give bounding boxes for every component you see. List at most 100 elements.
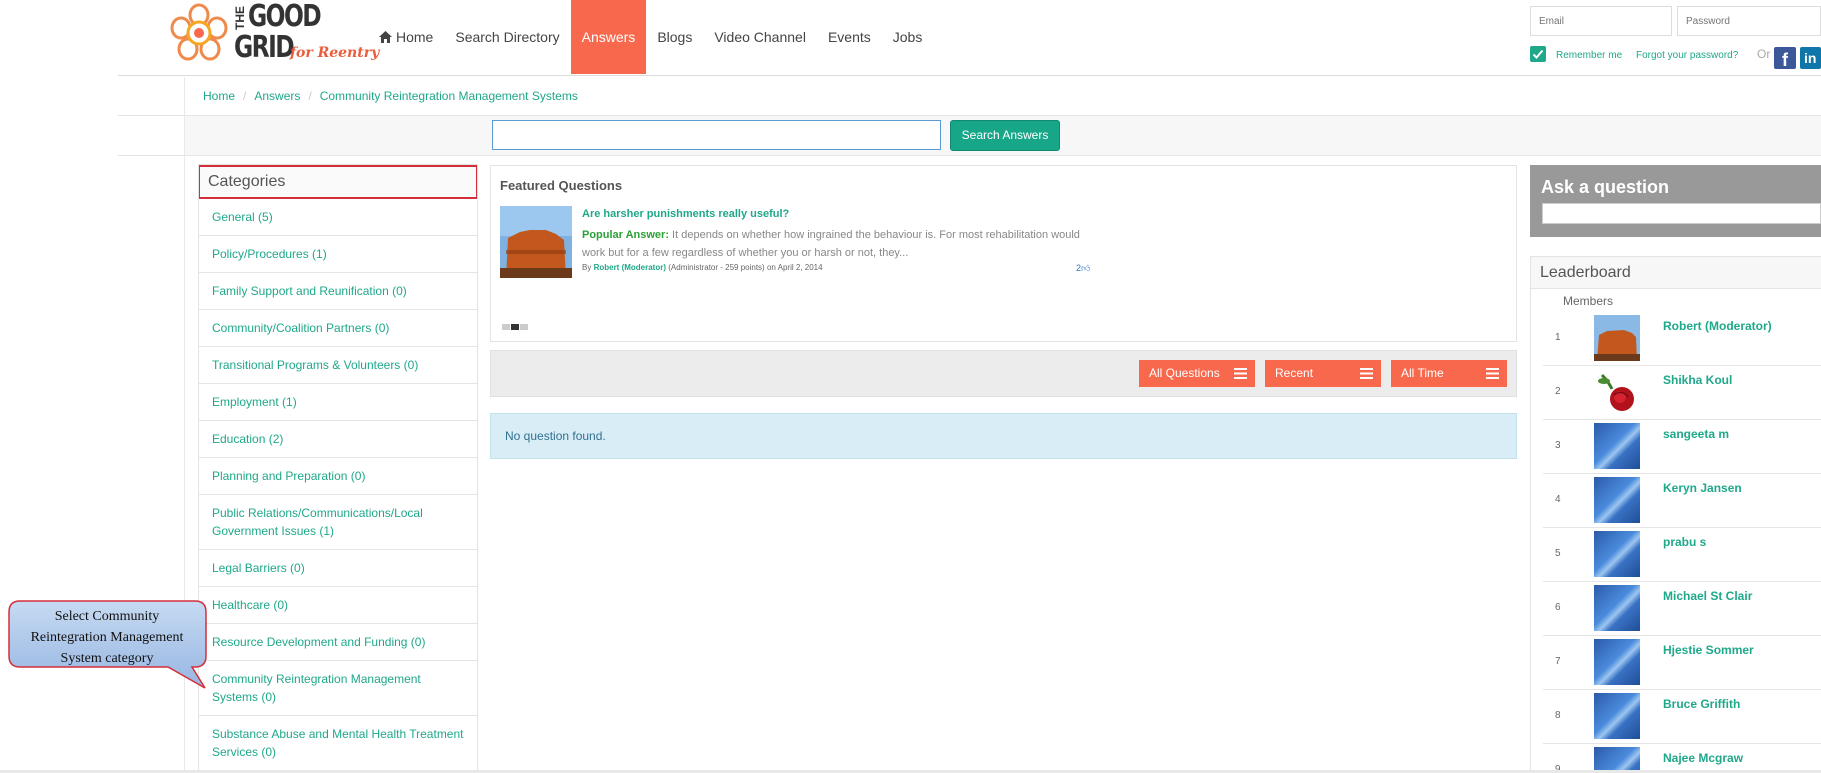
nav-events[interactable]: Events (817, 0, 882, 74)
avatar[interactable] (1594, 639, 1640, 685)
category-item[interactable]: Legal Barriers (0) (199, 550, 477, 587)
thumbs-up-icon: 👍︎ (1081, 263, 1091, 273)
filter-recent-dropdown[interactable]: Recent (1265, 360, 1381, 387)
search-input[interactable] (492, 120, 941, 150)
categories-list: General (5) Policy/Procedures (1) Family S… (199, 199, 477, 771)
nav-jobs-label: Jobs (892, 29, 923, 45)
checkmark-icon (1532, 49, 1544, 59)
leaderboard-rank: 7 (1555, 656, 1561, 667)
gutter-top (118, 77, 184, 116)
nav-events-label: Events (827, 29, 871, 45)
forgot-password-link[interactable]: Forgot your password? (1636, 50, 1738, 61)
leaderboard-row: 4 Keryn Jansen (1543, 474, 1821, 528)
nav-search-directory[interactable]: Search Directory (444, 0, 570, 74)
leaderboard-member-link[interactable]: Michael St Clair (1663, 589, 1752, 603)
avatar[interactable] (1594, 315, 1640, 361)
category-item[interactable]: Healthcare (0) (199, 587, 477, 624)
category-item[interactable]: Family Support and Reunification (0) (199, 273, 477, 310)
category-item[interactable]: Resource Development and Funding (0) (199, 624, 477, 661)
password-field[interactable] (1677, 6, 1821, 36)
email-field[interactable] (1530, 6, 1672, 36)
leaderboard-row: 9 Najee Mcgraw (1543, 744, 1821, 772)
nav-home[interactable]: Home (368, 0, 444, 74)
facebook-icon[interactable]: f (1774, 47, 1796, 69)
logo-good-text: GOOD (248, 0, 322, 34)
nav-video-channel[interactable]: Video Channel (703, 0, 817, 74)
category-item[interactable]: Substance Abuse and Mental Health Treatm… (199, 716, 477, 771)
nav-search-directory-label: Search Directory (455, 29, 560, 45)
categories-title: Categories (199, 165, 477, 199)
filter-all-questions-label: All Questions (1149, 366, 1220, 380)
ask-question-input[interactable] (1542, 203, 1821, 224)
category-item[interactable]: Community Reintegration Management Syste… (199, 661, 477, 716)
leaderboard-rank: 1 (1555, 332, 1561, 343)
breadcrumb: Home / Answers / Community Reintegration… (185, 77, 1821, 116)
leaderboard-members-label: Members (1563, 294, 1614, 308)
featured-question-link[interactable]: Are harsher punishments really useful? (582, 208, 789, 220)
leaderboard-rank: 8 (1555, 710, 1561, 721)
category-item[interactable]: Community/Coalition Partners (0) (199, 310, 477, 347)
home-icon (379, 31, 392, 43)
featured-question-thumbnail[interactable] (500, 206, 572, 278)
category-item[interactable]: Public Relations/Communications/Local Go… (199, 495, 477, 550)
rose-image (1594, 369, 1640, 415)
leaderboard-member-link[interactable]: sangeeta m (1663, 427, 1729, 441)
category-item[interactable]: General (5) (199, 199, 477, 236)
category-item[interactable]: Planning and Preparation (0) (199, 458, 477, 495)
avatar[interactable] (1594, 423, 1640, 469)
featured-author-link[interactable]: Robert (Moderator) (594, 263, 666, 272)
filter-all-time-dropdown[interactable]: All Time (1391, 360, 1507, 387)
avatar[interactable] (1594, 693, 1640, 739)
carousel-dot[interactable] (502, 324, 510, 330)
carousel-dot-active[interactable] (511, 324, 519, 330)
leaderboard-row: 7 Hjestie Sommer (1543, 636, 1821, 690)
login-form: Remember me Forgot your password? Or f i… (1530, 6, 1821, 70)
leaderboard-row: 2 Shikha Koul (1543, 366, 1821, 420)
leaderboard-member-link[interactable]: Shikha Koul (1663, 373, 1732, 387)
leaderboard-member-link[interactable]: Keryn Jansen (1663, 481, 1742, 495)
remember-me-label[interactable]: Remember me (1556, 50, 1622, 61)
no-results-alert: No question found. (490, 413, 1517, 459)
nav-video-channel-label: Video Channel (714, 29, 806, 45)
avatar[interactable] (1594, 531, 1640, 577)
leaderboard-member-link[interactable]: Najee Mcgraw (1663, 751, 1743, 765)
category-item[interactable]: Transitional Programs & Volunteers (0) (199, 347, 477, 384)
filter-all-questions-dropdown[interactable]: All Questions (1139, 360, 1255, 387)
menu-icon (1360, 368, 1373, 379)
breadcrumb-current[interactable]: Community Reintegration Management Syste… (320, 89, 578, 103)
leaderboard-member-link[interactable]: Bruce Griffith (1663, 697, 1740, 711)
categories-panel: Categories General (5) Policy/Procedures … (198, 164, 478, 773)
likes-count[interactable]: 2👍︎ (1076, 263, 1090, 274)
logo-the-text: THE (233, 6, 247, 30)
breadcrumb-answers[interactable]: Answers (254, 89, 300, 103)
site-header: THE GOOD GRID for Reentry Home Search Di… (118, 0, 1821, 76)
flower-logo-icon (170, 3, 228, 61)
nav-answers[interactable]: Answers (570, 0, 647, 74)
leaderboard-rank: 2 (1555, 386, 1561, 397)
leaderboard-member-link[interactable]: prabu s (1663, 535, 1706, 549)
instruction-callout: Select Community Reintegration Managemen… (8, 600, 207, 689)
avatar[interactable] (1594, 369, 1640, 415)
avatar[interactable] (1594, 477, 1640, 523)
leaderboard-title: Leaderboard (1531, 257, 1821, 289)
nav-blogs[interactable]: Blogs (646, 0, 703, 74)
avatar[interactable] (1594, 585, 1640, 631)
category-item[interactable]: Employment (1) (199, 384, 477, 421)
logo-subtitle: for Reentry (290, 45, 380, 61)
category-item[interactable]: Policy/Procedures (1) (199, 236, 477, 273)
site-logo[interactable]: THE GOOD GRID for Reentry (168, 0, 379, 68)
leaderboard-member-link[interactable]: Robert (Moderator) (1663, 319, 1772, 333)
featured-questions-title: Featured Questions (500, 178, 623, 193)
breadcrumb-home[interactable]: Home (203, 89, 235, 103)
remember-me-checkbox[interactable] (1530, 46, 1546, 62)
category-item[interactable]: Education (2) (199, 421, 477, 458)
main-nav: Home Search Directory Answers Blogs Vide… (368, 0, 933, 74)
carousel-dot[interactable] (520, 324, 528, 330)
leaderboard-rank: 5 (1555, 548, 1561, 559)
search-answers-button[interactable]: Search Answers (950, 120, 1060, 151)
nav-jobs[interactable]: Jobs (882, 0, 934, 74)
leaderboard-member-link[interactable]: Hjestie Sommer (1663, 643, 1754, 657)
linkedin-icon[interactable]: in (1800, 47, 1821, 69)
nav-blogs-label: Blogs (657, 29, 693, 45)
filter-all-time-label: All Time (1401, 366, 1444, 380)
